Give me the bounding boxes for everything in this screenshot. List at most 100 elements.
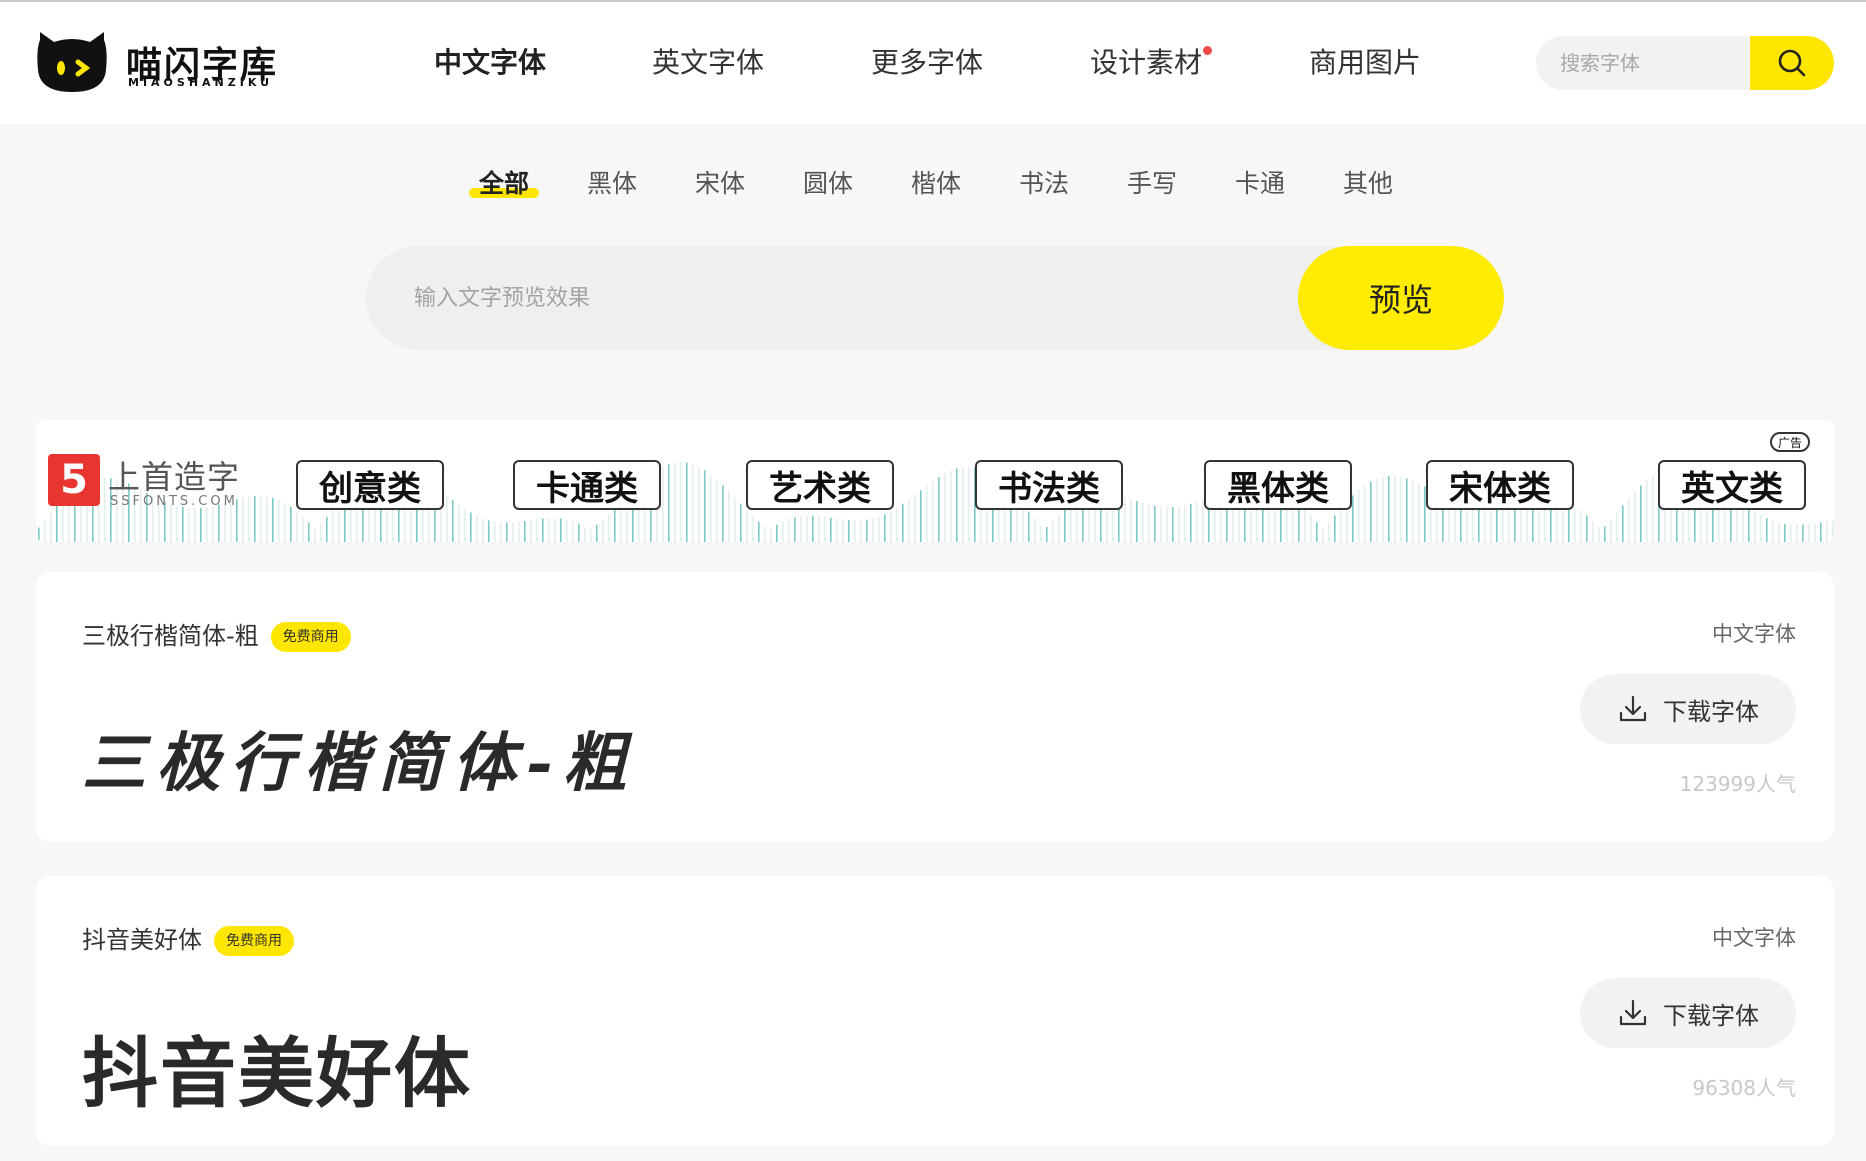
decorative-bar	[272, 497, 274, 542]
decorative-bar	[830, 517, 832, 542]
decorative-bar	[482, 518, 484, 542]
font-sample-text: 三极行楷简体-粗	[82, 726, 637, 801]
decorative-bar	[692, 464, 694, 542]
decorative-bar	[50, 512, 52, 542]
decorative-bar	[806, 515, 808, 542]
search-icon	[1778, 49, 1806, 77]
decorative-bar	[1370, 481, 1372, 542]
preview-bar: 预览	[366, 246, 1504, 350]
tab-yuanti[interactable]: 圆体	[803, 164, 853, 204]
decorative-bar	[542, 518, 544, 542]
tab-cartoon[interactable]: 卡通	[1235, 164, 1285, 204]
decorative-bar	[878, 516, 880, 542]
decorative-bar	[578, 523, 580, 542]
site-logo[interactable]: 喵闪字库 MIAOSHANZIKU	[34, 28, 294, 98]
decorative-bar	[896, 507, 898, 542]
decorative-bar	[590, 529, 592, 542]
font-type-link[interactable]: 中文字体	[1712, 922, 1796, 952]
search-input[interactable]	[1536, 36, 1752, 90]
preview-button[interactable]: 预览	[1298, 246, 1504, 350]
decorative-bar	[884, 514, 886, 542]
decorative-bar	[944, 473, 946, 542]
download-font-button[interactable]: 下载字体	[1580, 978, 1796, 1048]
decorative-bar	[476, 515, 478, 542]
decorative-bar	[302, 516, 304, 542]
tab-all[interactable]: 全部	[469, 164, 540, 204]
decorative-bar	[1400, 476, 1402, 542]
free-commercial-badge: 免费商用	[214, 926, 294, 956]
decorative-bar	[260, 495, 262, 542]
preview-text-input[interactable]	[366, 246, 1296, 350]
free-commercial-badge: 免费商用	[270, 622, 351, 652]
decorative-bar	[836, 518, 838, 542]
tab-label: 书法	[1019, 169, 1070, 198]
font-card[interactable]: 抖音美好体 免费商用 中文字体 抖音美好体 下载字体 96308人气	[36, 876, 1834, 1146]
decorative-bar	[824, 516, 826, 542]
decorative-bar	[452, 500, 454, 542]
decorative-bar	[890, 511, 892, 542]
tab-handwriting[interactable]: 手写	[1127, 164, 1177, 204]
decorative-bar	[512, 522, 514, 542]
tab-label: 卡通	[1235, 169, 1286, 198]
decorative-bar	[1490, 508, 1492, 542]
tab-other[interactable]: 其他	[1343, 164, 1393, 204]
download-font-button[interactable]: 下载字体	[1580, 674, 1796, 744]
nav-item-design-assets[interactable]: 设计素材	[1090, 38, 1213, 88]
decorative-bar	[1466, 506, 1468, 542]
decorative-bar	[1502, 506, 1504, 542]
banner-tag-creative[interactable]: 创意类	[296, 460, 444, 510]
decorative-bar	[326, 516, 328, 542]
decorative-bar	[1196, 501, 1198, 542]
ad-banner[interactable]: 5 上首造字 SSFONTS.COM 创意类 卡通类 艺术类 书法类 黑体类 宋…	[36, 420, 1834, 542]
banner-tag-heiti[interactable]: 黑体类	[1204, 460, 1352, 510]
banner-tag-calligraphy[interactable]: 书法类	[975, 460, 1123, 510]
font-type-link[interactable]: 中文字体	[1712, 618, 1796, 648]
decorative-bar	[950, 470, 952, 542]
tab-label: 其他	[1343, 169, 1394, 198]
decorative-bar	[1508, 505, 1510, 542]
download-label: 下载字体	[1663, 1001, 1759, 1030]
decorative-bar	[518, 521, 520, 542]
font-card[interactable]: 三极行楷简体-粗 免费商用 中文字体 三极行楷简体-粗 下载字体 123999人气	[36, 572, 1834, 842]
decorative-bar	[314, 529, 316, 542]
nav-item-english-fonts[interactable]: 英文字体	[652, 38, 764, 88]
decorative-bar	[734, 497, 736, 542]
decorative-bar	[1160, 506, 1162, 542]
popularity-count: 123999人气	[1679, 772, 1796, 796]
nav-item-label: 设计素材	[1090, 46, 1203, 79]
decorative-bar	[1592, 520, 1594, 542]
nav-item-chinese-fonts[interactable]: 中文字体	[424, 38, 557, 88]
decorative-bar	[278, 500, 280, 542]
decorative-bar	[1028, 511, 1030, 542]
banner-tag-cartoon[interactable]: 卡通类	[513, 460, 661, 510]
decorative-bar	[596, 524, 598, 542]
banner-tag-songti[interactable]: 宋体类	[1426, 460, 1574, 510]
decorative-bar	[308, 522, 310, 542]
popularity-count: 96308人气	[1692, 1076, 1796, 1100]
nav-item-label: 英文字体	[652, 46, 765, 79]
tab-label: 手写	[1127, 169, 1178, 198]
nav-item-commercial-images[interactable]: 商用图片	[1309, 38, 1421, 88]
decorative-bar	[248, 496, 250, 542]
search-button[interactable]	[1750, 36, 1834, 90]
decorative-bar	[800, 516, 802, 542]
tab-kaiti[interactable]: 楷体	[911, 164, 961, 204]
ssfonts-name: 上首造字	[108, 458, 241, 496]
decorative-bar	[572, 521, 574, 542]
decorative-bar	[1052, 520, 1054, 542]
download-label: 下载字体	[1663, 697, 1759, 726]
tab-calligraphy[interactable]: 书法	[1019, 164, 1069, 204]
tab-heiti[interactable]: 黑体	[587, 164, 637, 204]
cat-logo-icon	[37, 32, 107, 92]
decorative-bar	[1064, 509, 1066, 542]
nav-item-label: 中文字体	[434, 46, 547, 79]
decorative-bar	[332, 509, 334, 542]
decorative-bar	[1832, 520, 1834, 542]
banner-tag-english[interactable]: 英文类	[1658, 460, 1806, 510]
tab-songti[interactable]: 宋体	[695, 164, 745, 204]
decorative-bar	[902, 503, 904, 542]
decorative-bar	[1154, 505, 1156, 542]
nav-item-more-fonts[interactable]: 更多字体	[871, 38, 983, 88]
font-name-row: 抖音美好体 免费商用	[82, 920, 294, 956]
banner-tag-art[interactable]: 艺术类	[746, 460, 894, 510]
